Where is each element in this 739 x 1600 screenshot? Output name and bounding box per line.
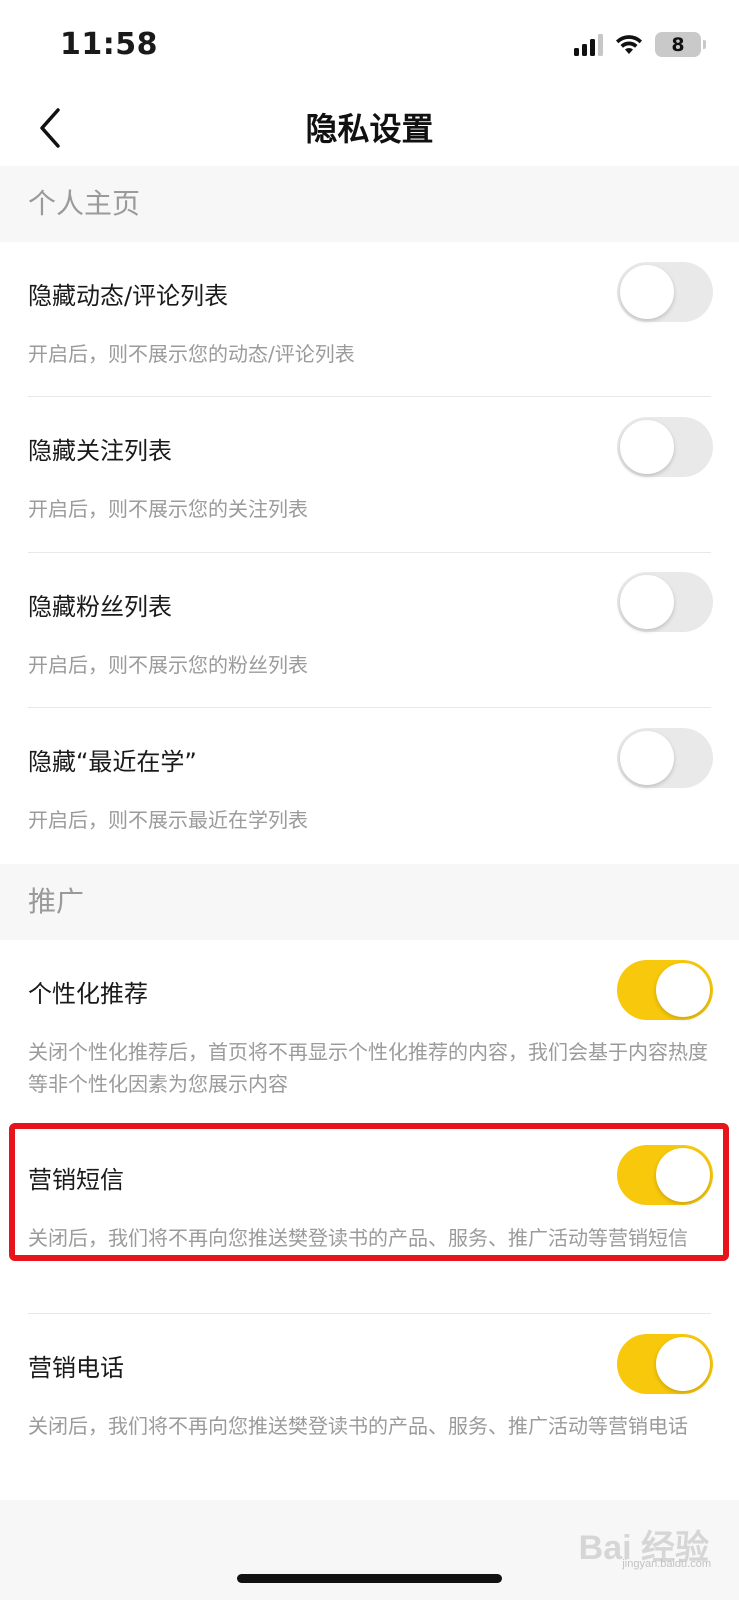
wifi-icon (616, 34, 642, 54)
setting-desc: 关闭个性化推荐后，首页将不再显示个性化推荐的内容，我们会基于内容热度等非个性化因… (28, 1040, 708, 1096)
hide-following-toggle[interactable] (617, 417, 713, 477)
personalized-recommendation-toggle[interactable] (617, 960, 713, 1020)
status-icons: 8 (574, 32, 706, 57)
marketing-phone-toggle[interactable] (617, 1334, 713, 1394)
setting-hide-followers: 隐藏粉丝列表 开启后，则不展示您的粉丝列表 (0, 553, 739, 708)
status-bar: 11:58 8 (0, 0, 739, 90)
setting-hide-activity: 隐藏动态/评论列表 开启后，则不展示您的动态/评论列表 (0, 242, 739, 397)
setting-title: 隐藏关注列表 (28, 437, 172, 465)
setting-desc: 开启后，则不展示您的关注列表 (28, 497, 308, 521)
setting-hide-recent: 隐藏“最近在学” 开启后，则不展示最近在学列表 (0, 708, 739, 864)
battery-level: 8 (671, 33, 685, 56)
baidu-watermark-url: jingyan.baidu.com (622, 1558, 711, 1570)
hide-activity-toggle[interactable] (617, 262, 713, 322)
page-title: 隐私设置 (305, 110, 434, 148)
status-time: 11:58 (60, 27, 158, 62)
setting-desc: 开启后，则不展示最近在学列表 (28, 808, 308, 832)
battery-icon: 8 (655, 32, 706, 57)
section-header-profile: 个人主页 (0, 166, 739, 242)
setting-hide-following: 隐藏关注列表 开启后，则不展示您的关注列表 (0, 397, 739, 553)
section-header-label: 推广 (28, 885, 85, 918)
setting-title: 营销短信 (28, 1166, 124, 1194)
setting-desc: 关闭后，我们将不再向您推送樊登读书的产品、服务、推广活动等营销短信 (28, 1226, 688, 1250)
setting-title: 隐藏动态/评论列表 (28, 282, 229, 310)
setting-desc: 开启后，则不展示您的粉丝列表 (28, 653, 308, 677)
hide-recent-toggle[interactable] (617, 728, 713, 788)
setting-title: 营销电话 (28, 1354, 124, 1382)
hide-followers-toggle[interactable] (617, 572, 713, 632)
setting-title: 隐藏粉丝列表 (28, 593, 172, 621)
setting-personalized-recommendation: 个性化推荐 关闭个性化推荐后，首页将不再显示个性化推荐的内容，我们会基于内容热度… (0, 940, 739, 1120)
setting-desc: 关闭后，我们将不再向您推送樊登读书的产品、服务、推广活动等营销电话 (28, 1414, 688, 1438)
setting-title: 隐藏“最近在学” (28, 748, 197, 776)
nav-bar: 隐私设置 (0, 90, 739, 166)
setting-title: 个性化推荐 (28, 980, 148, 1008)
setting-marketing-phone: 营销电话 关闭后，我们将不再向您推送樊登读书的产品、服务、推广活动等营销电话 (0, 1314, 739, 1500)
section-header-promotion: 推广 (0, 864, 739, 940)
section-header-label: 个人主页 (28, 187, 141, 220)
setting-marketing-sms: 营销短信 关闭后，我们将不再向您推送樊登读书的产品、服务、推广活动等营销短信 (0, 1128, 739, 1314)
setting-desc: 开启后，则不展示您的动态/评论列表 (28, 342, 355, 366)
marketing-sms-toggle[interactable] (617, 1145, 713, 1205)
home-indicator[interactable] (237, 1574, 502, 1583)
cellular-signal-icon (574, 33, 603, 56)
